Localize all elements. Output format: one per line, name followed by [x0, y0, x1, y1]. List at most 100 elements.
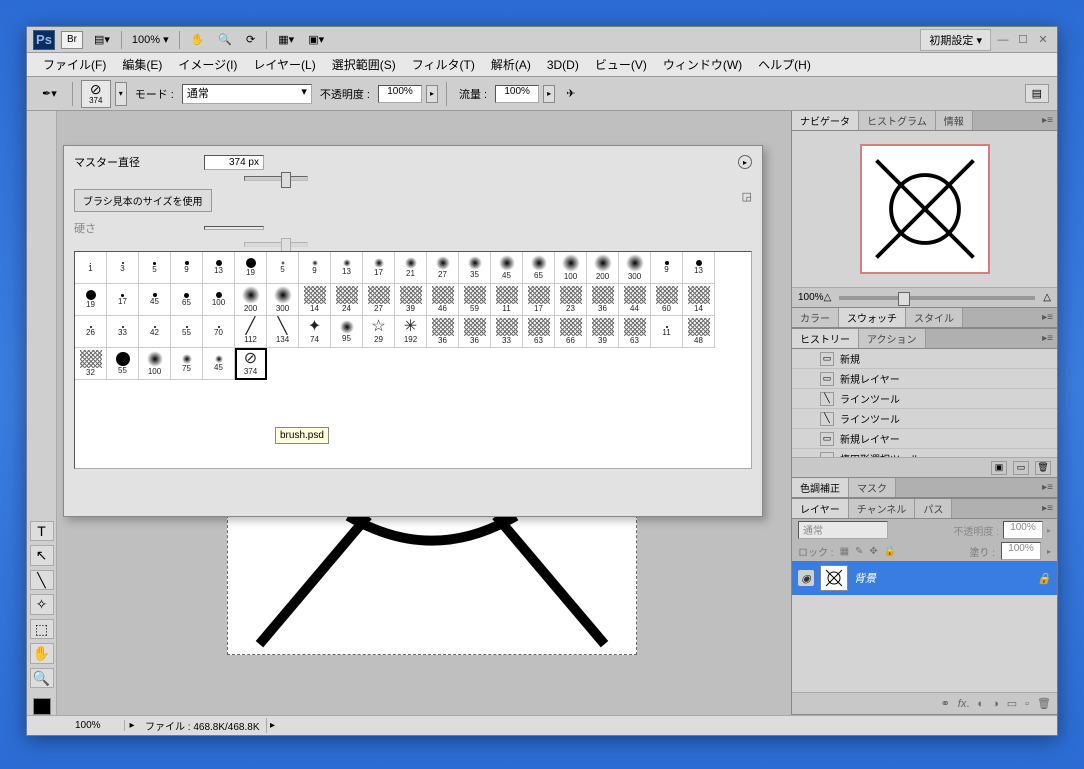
tab-info[interactable]: 情報 — [936, 111, 973, 130]
lock-move-icon[interactable]: ✥ — [869, 546, 877, 557]
bridge-icon[interactable]: Br — [61, 31, 83, 49]
screen-mode-button-2[interactable]: ▣▾ — [301, 30, 331, 49]
delete-layer-icon[interactable]: 🗑 — [1037, 697, 1051, 710]
brush-preset-cell[interactable]: 21 — [395, 252, 427, 284]
brush-preset-cell[interactable]: 55 — [171, 316, 203, 348]
brush-preset-cell[interactable]: ✳192 — [395, 316, 427, 348]
diameter-slider[interactable] — [244, 176, 308, 181]
hand-tool-icon[interactable]: ✋ — [184, 30, 212, 49]
brush-preset-cell[interactable]: 17 — [107, 284, 139, 316]
brush-preset-cell[interactable]: 5 — [267, 252, 299, 284]
brush-preset-cell[interactable]: 19 — [75, 284, 107, 316]
brush-preset-cell[interactable]: 100 — [203, 284, 235, 316]
menu-analysis[interactable]: 解析(A) — [483, 53, 539, 76]
history-item[interactable]: ▭新規レイヤー — [792, 429, 1057, 449]
flow-input[interactable]: 100% — [495, 85, 539, 103]
hand-tool-icon-2[interactable]: ✋ — [30, 643, 54, 663]
brush-preset-cell[interactable]: 17 — [363, 252, 395, 284]
brush-preset-cell[interactable]: 33 — [107, 316, 139, 348]
airbrush-icon[interactable]: ✈ — [559, 84, 582, 103]
brush-preset-cell[interactable]: 39 — [395, 284, 427, 316]
brush-preset-cell[interactable]: 46 — [427, 284, 459, 316]
brush-preset-cell[interactable]: 100 — [139, 348, 171, 380]
brush-preset-cell[interactable]: 19 — [235, 252, 267, 284]
status-file-info[interactable]: ファイル : 468.8K/468.8K — [139, 718, 267, 733]
layer-row-background[interactable]: ◉ 背景 🔒 — [792, 561, 1057, 595]
brush-preset-cell[interactable]: 66 — [555, 316, 587, 348]
fill-input[interactable]: 100% — [1001, 542, 1041, 560]
blend-mode-select[interactable]: 通常 — [798, 521, 888, 539]
foreground-color-swatch[interactable] — [33, 698, 51, 715]
brush-preset-cell[interactable]: 23 — [555, 284, 587, 316]
brush-preset-cell[interactable]: 60 — [651, 284, 683, 316]
brush-preset-cell[interactable]: ⊘374 — [235, 348, 267, 380]
lock-all-icon[interactable]: 🔒 — [884, 546, 896, 557]
brush-preset-cell[interactable]: 9 — [171, 252, 203, 284]
brush-preset-cell[interactable]: ╱112 — [235, 316, 267, 348]
brush-preset-cell[interactable]: 59 — [459, 284, 491, 316]
opacity-slider-button[interactable]: ▸ — [426, 85, 438, 103]
fill-slider-icon[interactable]: ▸ — [1047, 547, 1051, 556]
brush-preset-cell[interactable]: 9 — [651, 252, 683, 284]
history-item[interactable]: ╲ラインツール — [792, 389, 1057, 409]
brush-preset-cell[interactable]: 5 — [139, 252, 171, 284]
brush-preset-thumb[interactable]: ⊘ 374 — [81, 80, 111, 108]
brush-preset-cell[interactable]: ✦74 — [299, 316, 331, 348]
opacity-slider-icon[interactable]: ▸ — [1047, 526, 1051, 535]
history-new-icon[interactable]: ▭ — [1013, 461, 1029, 475]
history-item[interactable]: ╲ラインツール — [792, 409, 1057, 429]
opacity-input[interactable]: 100% — [378, 85, 422, 103]
tool-preset-icon[interactable]: ✒▾ — [35, 84, 64, 103]
brush-preset-cell[interactable]: 35 — [459, 252, 491, 284]
close-button[interactable]: ✕ — [1035, 33, 1051, 47]
brush-preset-cell[interactable]: 33 — [491, 316, 523, 348]
brush-preset-cell[interactable]: 3 — [107, 252, 139, 284]
tab-adjustments[interactable]: 色調補正 — [792, 478, 849, 497]
navigator-thumbnail[interactable] — [860, 144, 990, 274]
minimize-button[interactable]: — — [995, 33, 1011, 47]
menu-layer[interactable]: レイヤー(L) — [245, 53, 323, 76]
menu-view[interactable]: ビュー(V) — [587, 53, 655, 76]
mode-select[interactable]: 通常▾ — [182, 84, 312, 104]
tab-channels[interactable]: チャンネル — [849, 499, 916, 518]
brush-preset-cell[interactable]: 300 — [267, 284, 299, 316]
panel-menu-icon[interactable]: ▸≡ — [1038, 333, 1057, 344]
ps-icon[interactable]: Ps — [33, 30, 55, 50]
menu-filter[interactable]: フィルタ(T) — [404, 53, 483, 76]
panel-menu-icon[interactable]: ▸≡ — [1038, 482, 1057, 493]
brush-preset-cell[interactable]: 11 — [651, 316, 683, 348]
brush-preset-cell[interactable]: 200 — [235, 284, 267, 316]
menu-window[interactable]: ウィンドウ(W) — [655, 53, 750, 76]
menu-file[interactable]: ファイル(F) — [35, 53, 114, 76]
brush-preset-cell[interactable]: 39 — [587, 316, 619, 348]
history-trash-icon[interactable]: 🗑 — [1035, 461, 1051, 475]
zoom-out-icon[interactable]: △ — [824, 292, 832, 303]
brush-preset-cell[interactable]: 26 — [75, 316, 107, 348]
use-sample-size-button[interactable]: ブラシ見本のサイズを使用 — [74, 189, 212, 212]
tab-layers[interactable]: レイヤー — [792, 499, 849, 518]
menu-image[interactable]: イメージ(I) — [170, 53, 245, 76]
tab-styles[interactable]: スタイル — [906, 308, 963, 327]
status-zoom[interactable]: 100% — [71, 720, 125, 731]
panel-menu-icon[interactable]: ▸≡ — [1038, 312, 1057, 323]
layer-thumbnail[interactable] — [820, 565, 848, 591]
brush-preset-cell[interactable]: 17 — [523, 284, 555, 316]
path-select-tool-icon[interactable]: ↖ — [30, 545, 54, 565]
menu-3d[interactable]: 3D(D) — [539, 55, 587, 75]
tab-navigator[interactable]: ナビゲータ — [792, 111, 859, 130]
brush-preset-cell[interactable]: 27 — [363, 284, 395, 316]
document-canvas[interactable] — [227, 515, 637, 655]
zoom-in-icon[interactable]: △ — [1043, 292, 1051, 303]
zoom-tool-icon[interactable]: 🔍 — [211, 30, 239, 49]
brush-preset-cell[interactable]: 65 — [171, 284, 203, 316]
zoom-dropdown[interactable]: 100% ▾ — [126, 31, 175, 48]
brush-preset-cell[interactable]: 44 — [619, 284, 651, 316]
brush-preset-cell[interactable]: 300 — [619, 252, 651, 284]
new-preset-icon[interactable]: ◲ — [742, 190, 752, 203]
layer-fx-icon[interactable]: fx. — [958, 698, 970, 710]
history-camera-icon[interactable]: ▣ — [991, 461, 1007, 475]
brush-dropdown-button[interactable]: ▾ — [115, 82, 127, 106]
custom-shape-tool-icon[interactable]: ✧ — [30, 594, 54, 614]
brush-preset-cell[interactable]: 45 — [203, 348, 235, 380]
type-tool-icon[interactable]: T — [30, 521, 54, 541]
